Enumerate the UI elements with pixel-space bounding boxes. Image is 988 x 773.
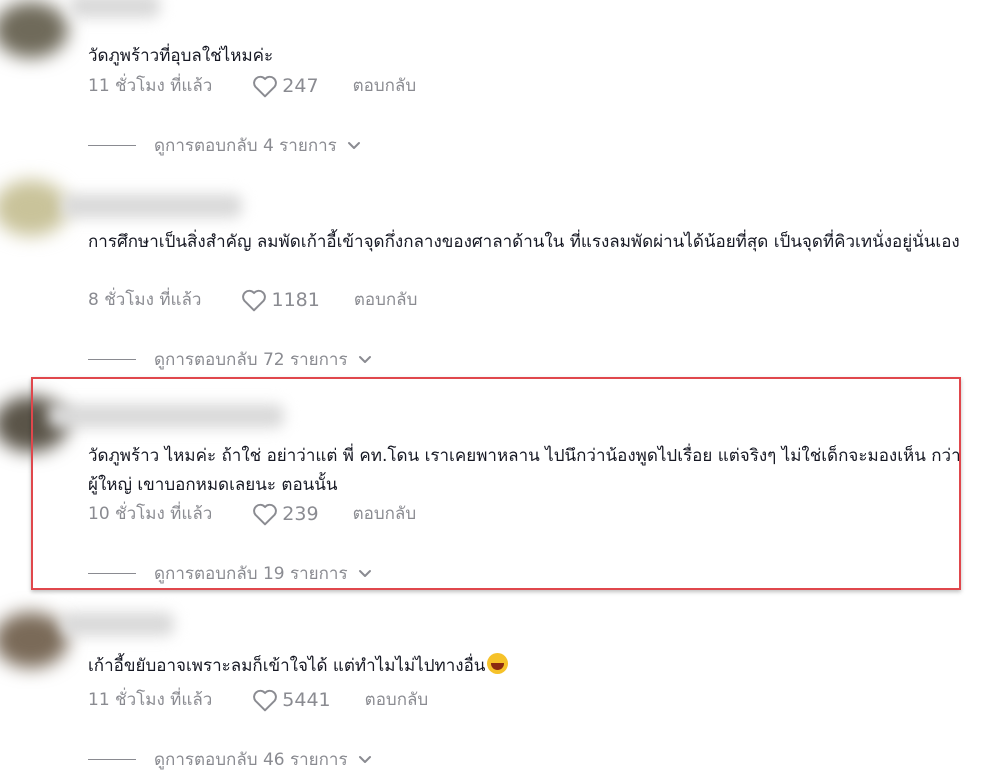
view-replies-label: ดูการตอบกลับ 4 รายการ	[154, 136, 337, 156]
reply-button[interactable]: ตอบกลับ	[354, 286, 418, 313]
view-replies-label: ดูการตอบกลับ 72 รายการ	[154, 350, 348, 370]
avatar[interactable]	[0, 612, 68, 668]
chevron-down-icon	[358, 755, 371, 763]
comment-text: วัดภูพร้าวที่อุบลใช่ไหมค่ะ	[88, 46, 274, 66]
comment-time: 11 ชั่วโมง ที่แล้ว	[88, 690, 213, 710]
comment-text: การศึกษาเป็นสิ่งสำคัญ ลมพัดเก้าอี้เข้าจุ…	[88, 232, 960, 252]
comment-text: เก้าอี้ขยับอาจเพราะลมก็เข้าใจได้ แต่ทำไม…	[88, 652, 968, 681]
like-button[interactable]: 1181	[241, 288, 320, 312]
like-button[interactable]: 5441	[252, 688, 331, 712]
laughing-face-emoji	[487, 653, 509, 674]
reply-button[interactable]: ตอบกลับ	[365, 686, 429, 713]
divider	[88, 145, 136, 146]
view-replies-button[interactable]: ดูการตอบกลับ 4 รายการ	[88, 132, 361, 159]
username-blurred	[70, 0, 160, 18]
heart-icon	[253, 75, 278, 97]
chevron-down-icon	[358, 355, 371, 363]
comment-time: 8 ชั่วโมง ที่แล้ว	[88, 290, 202, 310]
view-replies-label: ดูการตอบกลับ 46 รายการ	[154, 750, 348, 770]
avatar[interactable]	[0, 180, 68, 236]
like-count: 1181	[271, 288, 320, 311]
chevron-down-icon	[347, 141, 360, 149]
highlight-box	[31, 377, 961, 590]
like-count: 5441	[282, 688, 331, 711]
username-blurred	[62, 194, 242, 218]
avatar[interactable]	[0, 2, 68, 58]
view-replies-button[interactable]: ดูการตอบกลับ 46 รายการ	[88, 746, 372, 773]
comment-meta: 11 ชั่วโมง ที่แล้ว 247 ตอบกลับ	[88, 72, 416, 99]
heart-icon	[253, 689, 278, 711]
reply-button[interactable]: ตอบกลับ	[353, 72, 417, 99]
comment-text-content: เก้าอี้ขยับอาจเพราะลมก็เข้าใจได้ แต่ทำไม…	[88, 656, 486, 676]
comment-meta: 11 ชั่วโมง ที่แล้ว 5441 ตอบกลับ	[88, 686, 428, 713]
comment-meta: 8 ชั่วโมง ที่แล้ว 1181 ตอบกลับ	[88, 286, 417, 313]
divider	[88, 759, 136, 760]
view-replies-button[interactable]: ดูการตอบกลับ 72 รายการ	[88, 346, 372, 373]
like-button[interactable]: 247	[252, 74, 319, 98]
divider	[88, 359, 136, 360]
like-count: 247	[282, 74, 319, 97]
heart-icon	[242, 289, 267, 311]
comment-time: 11 ชั่วโมง ที่แล้ว	[88, 76, 213, 96]
username-blurred	[62, 612, 174, 636]
